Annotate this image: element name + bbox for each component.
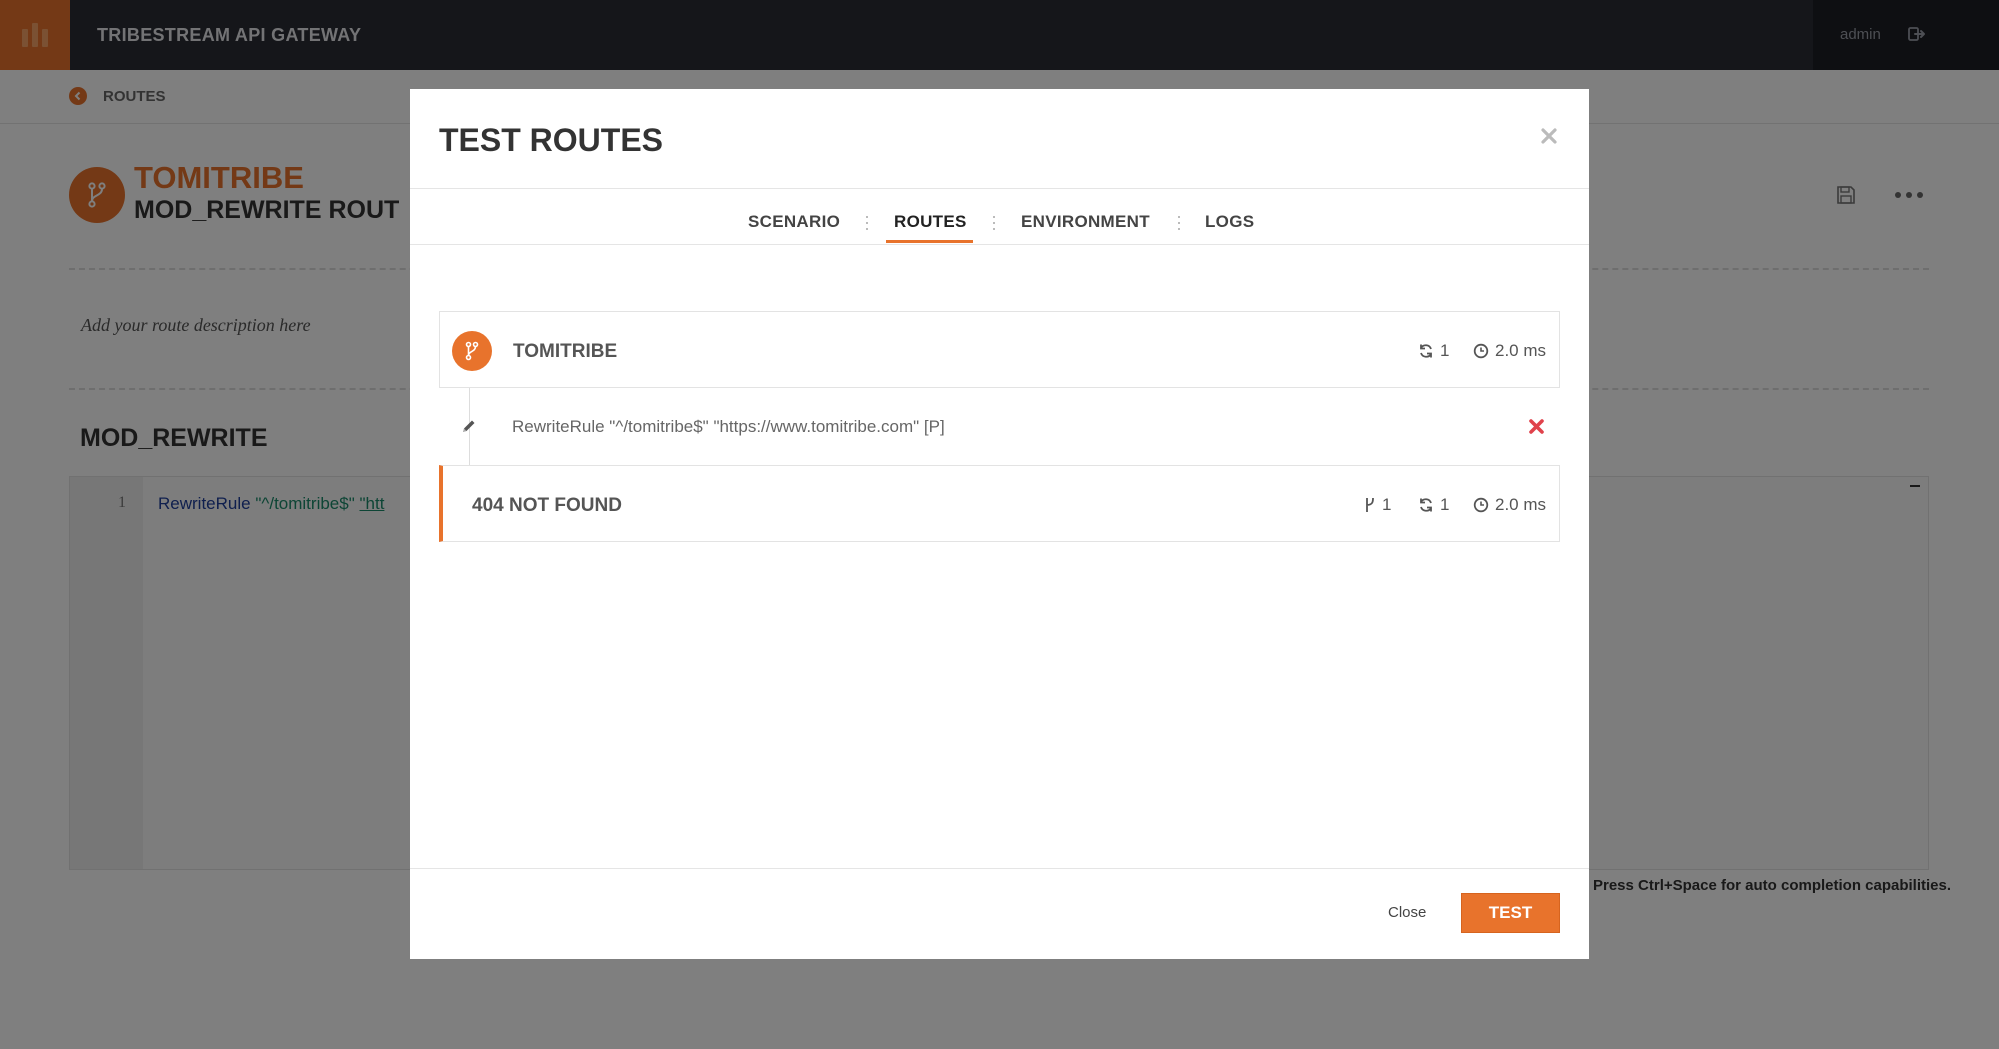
branch-icon [1364,497,1376,513]
rule-row: RewriteRule "^/tomitribe$" "https://www.… [439,388,1560,465]
iterations-metric: 1 [1418,341,1449,361]
close-icon[interactable] [1540,127,1560,147]
refresh-icon [1418,497,1434,513]
modal-footer: Close TEST [410,868,1589,959]
iterations-count: 1 [1440,341,1450,360]
test-routes-modal: TEST ROUTES SCENARIO ROUTES ENVIRONMENT … [410,89,1589,959]
rule-text: RewriteRule "^/tomitribe$" "https://www.… [512,417,945,436]
modal-header: TEST ROUTES [410,89,1589,189]
modal-tabs: SCENARIO ROUTES ENVIRONMENT LOGS [410,190,1589,245]
route-name: TOMITRIBE [513,341,618,362]
tab-separator [866,216,868,230]
remove-icon[interactable] [1528,418,1545,435]
response-result-card[interactable]: 404 NOT FOUND 1 1 2.0 ms [439,465,1560,542]
branch-icon [452,331,492,371]
time-metric: 2.0 ms [1473,495,1546,515]
iterations-count: 1 [1440,495,1450,514]
close-button[interactable]: Close [1388,904,1426,921]
response-status: 404 NOT FOUND [472,495,622,516]
refresh-icon [1418,343,1434,359]
tab-separator [1178,216,1180,230]
routes-count: 1 [1382,495,1392,514]
iterations-metric: 1 [1418,495,1449,515]
tab-scenario[interactable]: SCENARIO [748,212,840,232]
routes-metric: 1 [1364,495,1391,515]
duration: 2.0 ms [1495,341,1547,360]
pencil-icon[interactable] [461,418,477,434]
tab-separator [993,216,995,230]
tab-environment[interactable]: ENVIRONMENT [1021,212,1150,232]
tab-logs[interactable]: LOGS [1205,212,1254,232]
clock-icon [1473,497,1489,513]
modal-title: TEST ROUTES [439,122,664,158]
test-button[interactable]: TEST [1461,893,1560,933]
route-result-card[interactable]: TOMITRIBE 1 2.0 ms [439,311,1560,388]
time-metric: 2.0 ms [1473,341,1546,361]
tab-routes[interactable]: ROUTES [894,212,967,232]
clock-icon [1473,343,1489,359]
active-tab-indicator [886,240,973,243]
duration: 2.0 ms [1495,495,1547,514]
